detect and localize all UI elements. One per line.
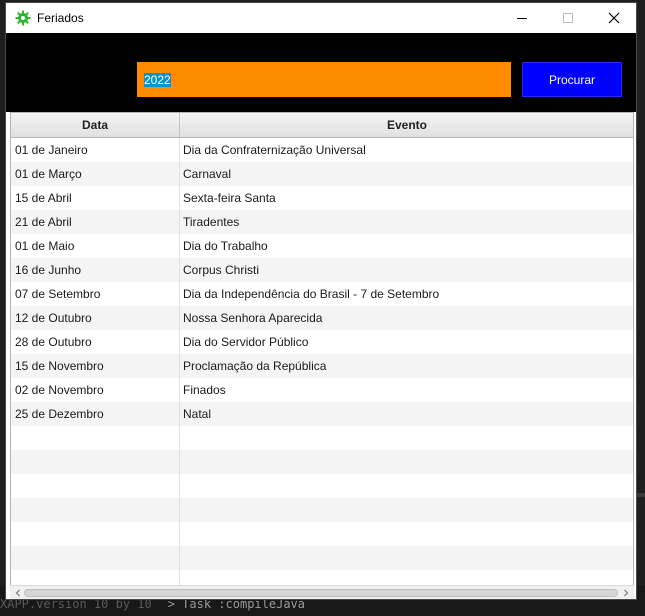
event-cell xyxy=(180,426,623,450)
empty-table-row[interactable] xyxy=(11,474,633,498)
event-cell: Corpus Christi xyxy=(183,263,260,277)
empty-table-row[interactable] xyxy=(11,522,633,546)
scrollbar-thumb[interactable] xyxy=(24,589,618,597)
search-button[interactable]: Procurar xyxy=(522,62,622,97)
table-row[interactable]: 12 de Outubro Nossa Senhora Aparecida xyxy=(11,306,633,330)
date-cell: 15 de Abril xyxy=(11,186,180,210)
table-row[interactable]: 15 de Novembro Proclamação da República xyxy=(11,354,633,378)
title-bar[interactable]: Feriados xyxy=(6,3,636,33)
table-row[interactable]: 28 de Outubro Dia do Servidor Público xyxy=(11,330,633,354)
table-body: 01 de Janeiro Dia da Confraternização Uni… xyxy=(11,138,633,585)
event-cell: Tiradentes xyxy=(183,215,240,229)
table-row[interactable]: 07 de Setembro Dia da Independência do Br… xyxy=(11,282,633,306)
table-row[interactable]: 16 de Junho Corpus Christi xyxy=(11,258,633,282)
table-row[interactable]: 01 de Março Carnaval xyxy=(11,162,633,186)
date-cell: 01 de Janeiro xyxy=(11,138,180,162)
table-header: Data Evento xyxy=(11,113,633,138)
empty-table-row[interactable] xyxy=(11,426,633,450)
table-row[interactable]: 01 de Maio Dia do Trabalho xyxy=(11,234,633,258)
table-row[interactable]: 01 de Janeiro Dia da Confraternização Uni… xyxy=(11,138,633,162)
event-cell xyxy=(180,522,623,546)
event-cell: Dia da Independência do Brasil - 7 de Se… xyxy=(183,287,440,301)
date-cell: 16 de Junho xyxy=(11,258,180,282)
date-cell: 12 de Outubro xyxy=(11,306,180,330)
date-cell: 21 de Abril xyxy=(11,210,180,234)
app-window: Feriados Procurar Data Evento 01 de Jane… xyxy=(5,2,637,600)
empty-table-row[interactable] xyxy=(11,570,633,585)
event-cell: Nossa Senhora Aparecida xyxy=(183,311,323,325)
date-cell: 25 de Dezembro xyxy=(11,402,180,426)
event-cell: Natal xyxy=(183,407,212,421)
minimize-button[interactable] xyxy=(499,3,545,33)
event-cell: Carnaval xyxy=(183,167,232,181)
date-cell: 07 de Setembro xyxy=(11,282,180,306)
event-cell: Dia do Trabalho xyxy=(183,239,268,253)
event-cell xyxy=(180,570,623,585)
table-row[interactable]: 02 de Novembro Finados xyxy=(11,378,633,402)
date-cell xyxy=(11,546,180,570)
event-cell xyxy=(180,546,623,570)
table-row[interactable]: 25 de Dezembro Natal xyxy=(11,402,633,426)
date-cell xyxy=(11,498,180,522)
date-cell: 01 de Março xyxy=(11,162,180,186)
date-cell: 15 de Novembro xyxy=(11,354,180,378)
close-icon xyxy=(608,12,620,24)
event-cell xyxy=(180,474,623,498)
table-row[interactable]: 21 de Abril Tiradentes xyxy=(11,210,633,234)
event-cell xyxy=(180,498,623,522)
minimize-icon xyxy=(517,18,527,19)
maximize-button[interactable] xyxy=(545,3,591,33)
date-cell xyxy=(11,522,180,546)
event-cell: Dia da Confraternização Universal xyxy=(183,143,366,157)
date-cell xyxy=(11,570,180,585)
table-row[interactable]: 15 de Abril Sexta-feira Santa xyxy=(11,186,633,210)
close-button[interactable] xyxy=(591,3,637,33)
event-cell: Finados xyxy=(183,383,226,397)
date-cell: 01 de Maio xyxy=(11,234,180,258)
date-cell xyxy=(11,450,180,474)
search-toolbar: Procurar xyxy=(6,33,636,112)
date-cell xyxy=(11,474,180,498)
app-gear-icon xyxy=(15,10,31,26)
column-header-date[interactable]: Data xyxy=(11,113,180,137)
event-cell: Proclamação da República xyxy=(183,359,327,373)
scroll-right-arrow-icon[interactable] xyxy=(621,588,631,598)
background-divider xyxy=(637,493,645,497)
horizontal-scrollbar[interactable] xyxy=(10,585,634,599)
scroll-left-arrow-icon[interactable] xyxy=(13,588,23,598)
empty-table-row[interactable] xyxy=(11,546,633,570)
date-cell: 28 de Outubro xyxy=(11,330,180,354)
empty-table-row[interactable] xyxy=(11,498,633,522)
event-cell: Sexta-feira Santa xyxy=(183,191,276,205)
maximize-icon xyxy=(563,13,573,23)
background-editor-edge xyxy=(637,0,645,616)
date-cell: 02 de Novembro xyxy=(11,378,180,402)
window-title: Feriados xyxy=(37,11,84,25)
holidays-table[interactable]: Data Evento 01 de Janeiro Dia da Confrate… xyxy=(10,112,634,586)
event-cell xyxy=(180,450,623,474)
column-header-event[interactable]: Evento xyxy=(180,113,633,137)
empty-table-row[interactable] xyxy=(11,450,633,474)
date-cell xyxy=(11,426,180,450)
event-cell: Dia do Servidor Público xyxy=(183,335,309,349)
year-search-input[interactable] xyxy=(137,62,511,97)
